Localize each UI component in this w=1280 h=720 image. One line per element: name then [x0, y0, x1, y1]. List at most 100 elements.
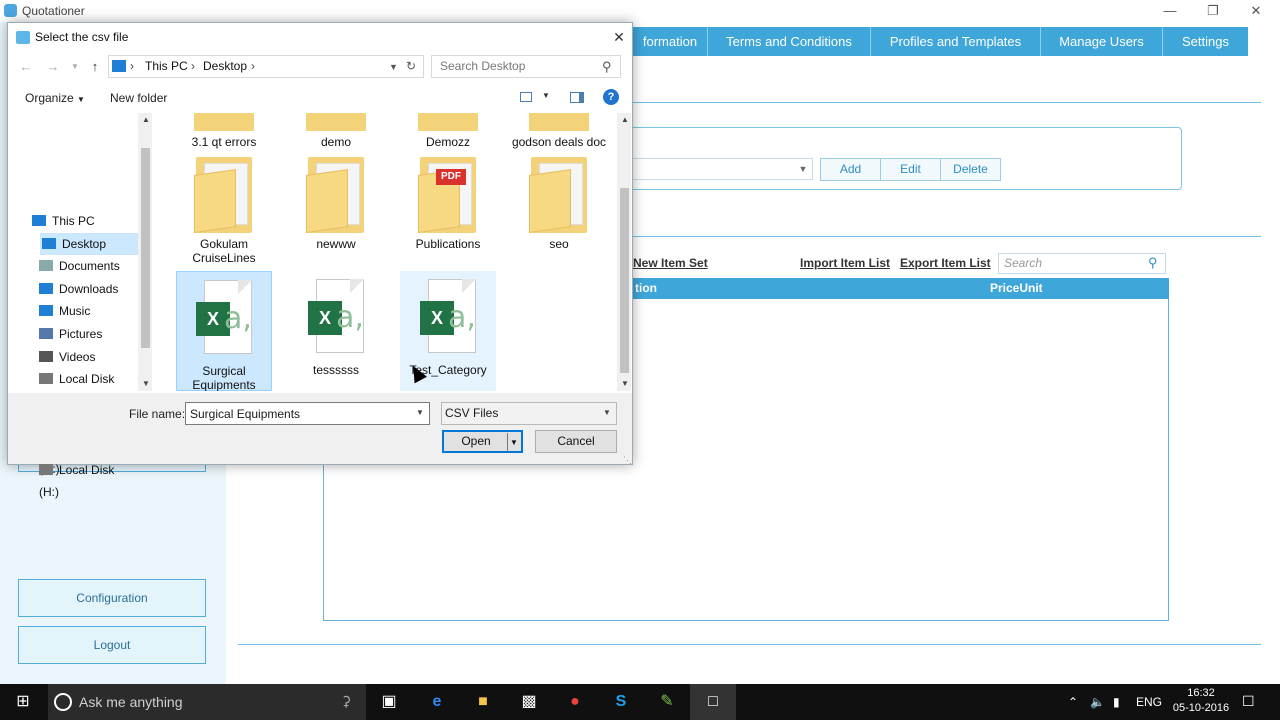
new-folder-button[interactable]: New folder: [110, 91, 167, 105]
chevron-down-icon[interactable]: ▼: [416, 408, 424, 417]
tab-information[interactable]: formation: [633, 27, 708, 56]
divider: [238, 644, 1261, 645]
forward-arrow-icon[interactable]: →: [44, 58, 62, 76]
breadcrumb-sep-icon: ›: [191, 59, 195, 73]
configuration-button[interactable]: Configuration: [18, 579, 206, 617]
logout-button[interactable]: Logout: [18, 626, 206, 664]
microphone-icon[interactable]: ⚳: [341, 693, 351, 710]
tree-item-label: Music: [59, 304, 91, 319]
add-button[interactable]: Add: [820, 158, 881, 181]
tab-manage-users[interactable]: Manage Users: [1041, 27, 1163, 56]
task-view-icon[interactable]: ▣: [366, 684, 412, 720]
file-name: Surgical Equipments: [192, 364, 256, 391]
restore-icon[interactable]: ❐: [1193, 2, 1233, 20]
file-tile[interactable]: Xa, Surgical Equipments: [176, 271, 272, 391]
file-tile[interactable]: godson deals doc: [499, 113, 616, 149]
notepad-plus-icon[interactable]: ✎: [644, 684, 690, 720]
file-name: tessssss: [312, 363, 359, 377]
file-tile[interactable]: Demozz: [400, 113, 496, 149]
chevron-down-icon: ▼: [77, 95, 85, 104]
chevron-down-icon[interactable]: ▼: [389, 62, 398, 72]
edit-button[interactable]: Edit: [880, 158, 941, 181]
tab-settings[interactable]: Settings: [1163, 27, 1248, 56]
file-tile[interactable]: PDF Publications: [400, 157, 496, 251]
cancel-button[interactable]: Cancel: [535, 430, 617, 453]
tree-item[interactable]: Music: [39, 300, 136, 322]
minimize-icon[interactable]: —: [1150, 2, 1190, 20]
export-item-list-link[interactable]: Export Item List: [900, 256, 991, 270]
scroll-up-icon[interactable]: ▲: [142, 115, 150, 124]
grid-column-priceunit[interactable]: PriceUnit: [990, 281, 1043, 295]
refresh-icon[interactable]: ↻: [406, 59, 416, 73]
breadcrumb-desktop[interactable]: Desktop: [203, 59, 247, 73]
battery-icon[interactable]: ▮: [1113, 695, 1120, 709]
excel-csv-file-icon: Xa,: [194, 280, 254, 356]
breadcrumb-this-pc[interactable]: This PC: [145, 59, 188, 73]
tree-item[interactable]: Downloads: [39, 278, 136, 300]
help-icon[interactable]: ?: [603, 89, 619, 105]
edge-icon[interactable]: e: [414, 684, 460, 720]
downloads-icon: [39, 282, 53, 294]
excel-csv-file-icon: Xa,: [306, 279, 366, 355]
tree-item[interactable]: Local Disk (C:): [39, 368, 136, 408]
tree-item[interactable]: Documents: [39, 255, 136, 277]
dialog-icon: [16, 31, 30, 44]
excel-csv-file-icon: Xa,: [418, 279, 478, 355]
search-icon[interactable]: ⚲: [602, 59, 612, 75]
view-options-icon[interactable]: [520, 92, 532, 102]
recent-chevron-icon[interactable]: ▼: [66, 58, 84, 76]
tab-terms-and-conditions[interactable]: Terms and Conditions: [708, 27, 871, 56]
nav-scroll-thumb[interactable]: [141, 148, 150, 348]
show-hidden-icons[interactable]: ⌃: [1068, 695, 1078, 709]
dialog-title: Select the csv file: [35, 30, 129, 44]
file-tile[interactable]: 3.1 qt errors: [176, 113, 272, 149]
close-window-icon[interactable]: ✕: [1236, 2, 1276, 20]
scroll-down-icon[interactable]: ▼: [142, 379, 150, 388]
skype-icon[interactable]: S: [598, 684, 644, 720]
back-arrow-icon[interactable]: ←: [17, 58, 35, 76]
file-name: Publications: [415, 237, 481, 251]
pc-icon: [112, 60, 126, 72]
file-type-value: CSV Files: [445, 406, 499, 420]
preview-pane-icon[interactable]: [570, 92, 584, 103]
file-tile[interactable]: Xa, tessssss: [288, 271, 384, 391]
scroll-up-icon[interactable]: ▲: [621, 115, 629, 124]
system-clock[interactable]: 16:32 05-10-2016: [1165, 686, 1237, 716]
tab-profiles-and-templates[interactable]: Profiles and Templates: [871, 27, 1041, 56]
open-button[interactable]: Open ▼: [442, 430, 523, 453]
file-tile[interactable]: newww: [288, 157, 384, 251]
new-item-set-link[interactable]: New Item Set: [633, 256, 708, 270]
chevron-down-icon[interactable]: ▼: [603, 408, 611, 417]
scroll-down-icon[interactable]: ▼: [621, 379, 629, 388]
volume-icon[interactable]: 🔈: [1090, 695, 1105, 709]
file-tile[interactable]: demo: [288, 113, 384, 149]
file-explorer-icon[interactable]: ■: [460, 684, 506, 720]
start-windows-icon[interactable]: ⊞: [0, 684, 46, 720]
resize-grip-icon[interactable]: ⋱: [623, 455, 632, 466]
close-icon[interactable]: ✕: [608, 26, 630, 48]
quotationer-taskbar-icon[interactable]: □: [690, 684, 736, 720]
organize-menu[interactable]: Organize ▼: [25, 91, 85, 105]
tree-item[interactable]: Desktop: [40, 232, 146, 255]
search-icon[interactable]: ⚲: [1148, 255, 1158, 271]
chevron-down-icon[interactable]: ▼: [542, 91, 550, 100]
chrome-icon[interactable]: ●: [552, 684, 598, 720]
import-item-list-link[interactable]: Import Item List: [800, 256, 890, 270]
open-dropdown-icon[interactable]: ▼: [507, 433, 520, 452]
action-center-icon[interactable]: ☐: [1242, 693, 1255, 710]
tree-item[interactable]: Videos: [39, 346, 136, 368]
tree-item[interactable]: This PC: [32, 210, 136, 232]
file-tile[interactable]: Gokulam CruiseLines: [176, 157, 272, 265]
up-arrow-icon[interactable]: ↑: [86, 58, 104, 76]
language-indicator[interactable]: ENG: [1136, 695, 1162, 709]
divider: [633, 236, 1261, 237]
clock-time: 16:32: [1187, 687, 1215, 699]
delete-button[interactable]: Delete: [940, 158, 1001, 181]
file-scroll-thumb[interactable]: [620, 188, 629, 373]
tree-item[interactable]: Pictures: [39, 323, 136, 345]
store-icon[interactable]: ▩: [506, 684, 552, 720]
file-tile[interactable]: seo: [511, 157, 607, 251]
chevron-down-icon[interactable]: ▼: [796, 160, 810, 178]
app-titlebar: [0, 0, 1280, 22]
grid-column-description[interactable]: tion: [635, 281, 657, 295]
